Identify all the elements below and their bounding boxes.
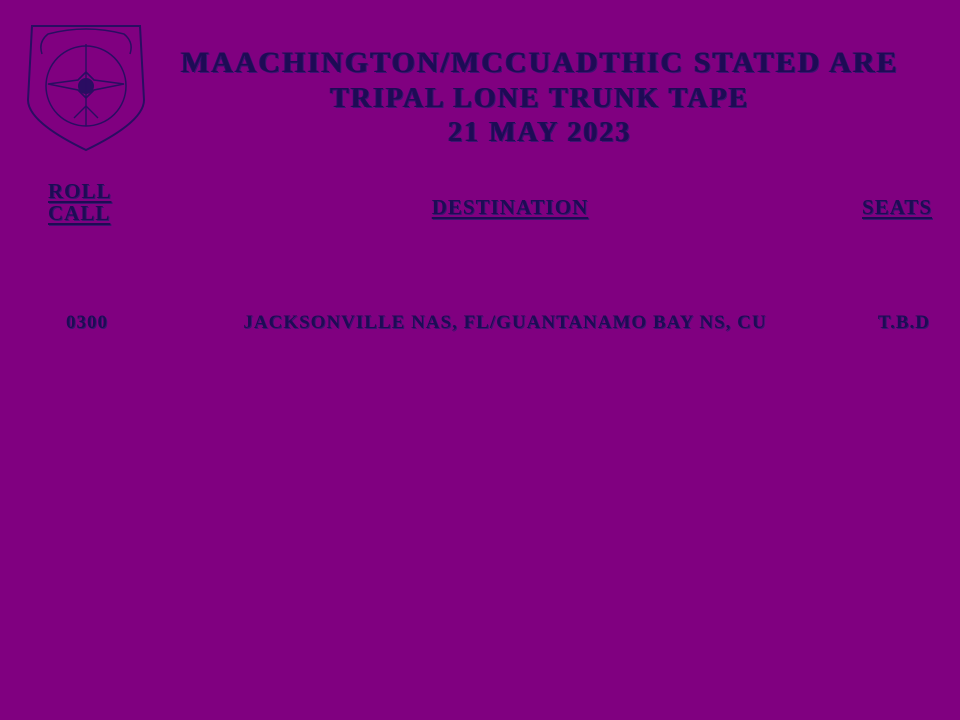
page-title: MAACHINGTON/MCCUADTHIC STATED ARE TRIPAL…	[180, 44, 900, 150]
column-header-roll-call: ROLL CALL	[48, 180, 128, 224]
column-header-destination: DESTINATION	[431, 195, 589, 219]
title-line-3: 21 MAY 2023	[448, 117, 632, 148]
destination-cell: JACKSONVILLE NAS, FL/GUANTANAMO BAY NS, …	[243, 312, 767, 333]
roll-call-label-line-2: CALL	[48, 201, 111, 225]
roll-call-label-line-1: ROLL	[48, 179, 112, 203]
seats-cell: T.B.D	[877, 312, 930, 333]
title-line-1: MAACHINGTON/MCCUADTHIC STATED ARE	[181, 46, 899, 79]
table-row: 0300 JACKSONVILLE NAS, FL/GUANTANAMO BAY…	[0, 312, 960, 342]
column-header-seats: SEATS	[862, 195, 932, 219]
shield-emblem-icon	[18, 14, 154, 154]
title-line-2: TRIPAL LONE TRUNK TAPE	[330, 83, 750, 114]
roll-call-cell: 0300	[66, 312, 108, 333]
